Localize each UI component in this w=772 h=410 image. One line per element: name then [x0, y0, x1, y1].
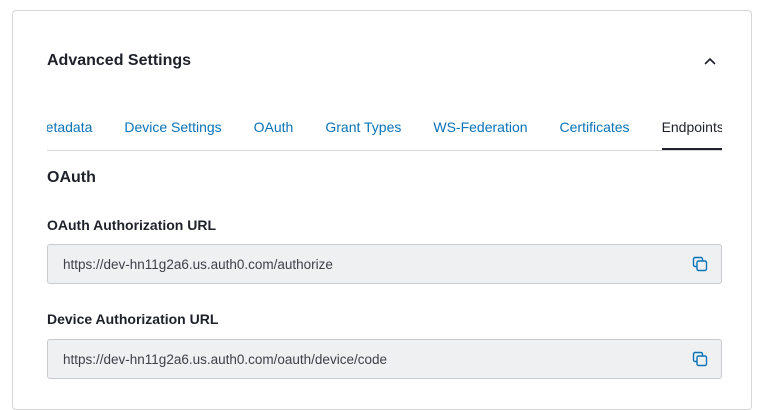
tab-endpoints[interactable]: Endpoints [661, 107, 722, 150]
collapse-button[interactable] [698, 49, 722, 73]
device-authorization-url-value[interactable]: https://dev-hn11g2a6.us.auth0.com/oauth/… [63, 352, 387, 367]
advanced-settings-card: Advanced Settings Metadata Device Settin… [12, 10, 752, 410]
tab-device-settings[interactable]: Device Settings [124, 107, 221, 150]
copy-device-authorization-url-button[interactable] [690, 349, 710, 369]
tab-metadata[interactable]: Metadata [47, 107, 92, 150]
copy-icon [692, 256, 708, 272]
advanced-settings-header[interactable]: Advanced Settings [47, 49, 722, 73]
oauth-authorization-url-field[interactable]: https://dev-hn11g2a6.us.auth0.com/author… [47, 244, 722, 284]
advanced-settings-title: Advanced Settings [47, 52, 192, 69]
device-authorization-url-label: Device Authorization URL [47, 311, 219, 327]
oauth-authorization-url-label: OAuth Authorization URL [47, 217, 217, 233]
oauth-authorization-url-value[interactable]: https://dev-hn11g2a6.us.auth0.com/author… [63, 257, 333, 272]
tabs-track: Metadata Device Settings OAuth Grant Typ… [47, 107, 722, 150]
tab-grant-types[interactable]: Grant Types [325, 107, 401, 150]
settings-tabs: Metadata Device Settings OAuth Grant Typ… [47, 107, 722, 151]
tab-ws-federation[interactable]: WS-Federation [433, 107, 527, 150]
chevron-up-icon [704, 58, 716, 65]
device-authorization-url-field[interactable]: https://dev-hn11g2a6.us.auth0.com/oauth/… [47, 339, 722, 379]
tab-oauth[interactable]: OAuth [254, 107, 294, 150]
tab-certificates[interactable]: Certificates [560, 107, 630, 150]
copy-icon [692, 351, 708, 367]
copy-oauth-authorization-url-button[interactable] [690, 254, 710, 274]
section-title-oauth: OAuth [47, 169, 96, 186]
